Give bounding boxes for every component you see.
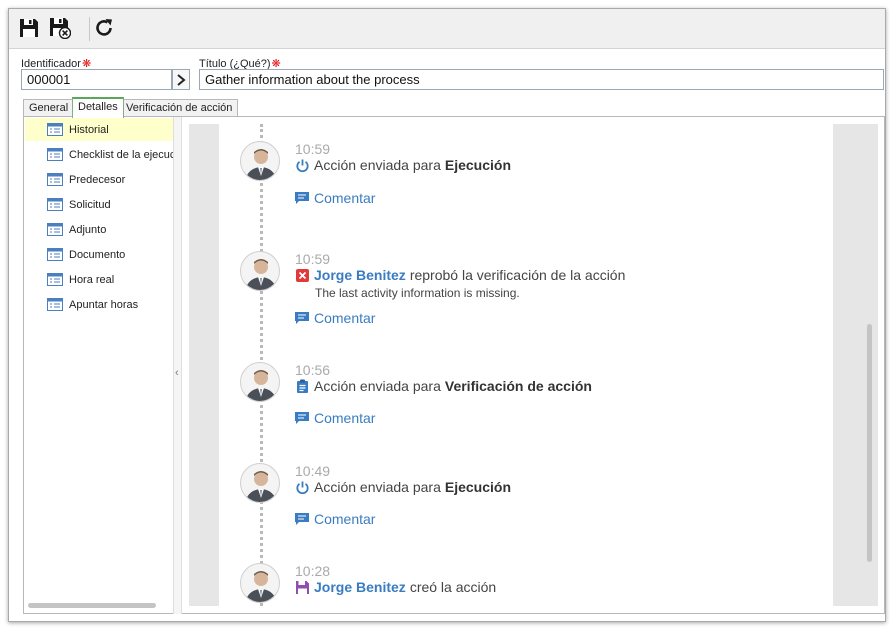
clipboard-icon (297, 379, 308, 393)
comment-icon (295, 191, 309, 204)
entry-time: 10:49 (295, 463, 331, 479)
sidebar-item-adjunto[interactable]: Adjunto (25, 218, 173, 241)
history-list: 10:59 Acción enviada para Ejecución Come… (219, 124, 833, 606)
tab-detalles[interactable]: Detalles (72, 97, 124, 118)
list-icon (47, 173, 63, 186)
sidebar-scrollbar[interactable] (28, 603, 156, 608)
entry-user-link[interactable]: Jorge Benitez (314, 267, 406, 283)
entry-target: Ejecución (444, 479, 512, 495)
comment-label: Comentar (314, 410, 376, 426)
user-photo-icon (245, 471, 277, 502)
save-button[interactable] (14, 13, 44, 43)
sidebar-item-label: Predecesor (69, 173, 126, 186)
list-icon (47, 198, 63, 211)
history-feed: 10:59 Acción enviada para Ejecución Come… (189, 124, 878, 606)
avatar (240, 463, 280, 503)
power-icon (296, 481, 309, 494)
sidebar-item-label: Checklist de la ejecuc (69, 148, 173, 161)
tab-general[interactable]: General (23, 99, 75, 117)
user-photo-icon (245, 571, 277, 602)
list-icon (47, 298, 63, 311)
comment-icon (295, 512, 309, 525)
entry-text: Acción enviada para (314, 479, 441, 495)
avatar (240, 251, 280, 291)
entry-target: Ejecución (444, 157, 512, 173)
comment-label: Comentar (314, 310, 376, 326)
avatar (240, 563, 280, 603)
sidebar-item-label: Apuntar horas (69, 298, 139, 311)
collapse-left-icon[interactable]: ‹ (175, 367, 179, 379)
sidebar-item-historial[interactable]: Historial (25, 118, 173, 141)
refresh-icon (96, 19, 112, 36)
id-go-button[interactable] (172, 69, 190, 90)
refresh-button[interactable] (89, 13, 119, 43)
chevron-right-icon (177, 73, 186, 86)
sidebar-item-hora-real[interactable]: Hora real (25, 268, 173, 291)
details-sidebar: Historial Checklist de la ejecuc Predece… (23, 117, 173, 614)
entry-time: 10:28 (295, 563, 331, 579)
entry-text: creó la acción (409, 579, 497, 595)
power-icon (296, 159, 309, 172)
list-icon (47, 123, 63, 136)
entry-message: Acción enviada para Ejecución (295, 479, 511, 495)
comment-link[interactable]: Comentar (295, 190, 375, 206)
sidebar-item-label: Historial (69, 123, 109, 136)
floppy-disk-icon (296, 580, 309, 594)
action-window: Identificador❋ Título (¿Qué?)❋ General D… (8, 8, 886, 622)
comment-icon (295, 311, 309, 324)
list-icon (47, 223, 63, 236)
user-photo-icon (245, 259, 277, 290)
toolbar (9, 9, 885, 49)
id-field[interactable] (21, 69, 172, 90)
title-field[interactable] (199, 69, 884, 90)
sidebar-item-label: Adjunto (69, 223, 107, 236)
sidebar-item-documento[interactable]: Documento (25, 243, 173, 266)
entry-time: 10:59 (295, 141, 331, 157)
entry-text: Acción enviada para (314, 378, 441, 394)
sidebar-item-apuntar-horas[interactable]: Apuntar horas (25, 293, 173, 316)
comment-icon (295, 411, 309, 424)
entry-time: 10:56 (295, 362, 331, 378)
list-icon (47, 248, 63, 261)
entry-message: Acción enviada para Ejecución (295, 157, 511, 173)
entry-message: Jorge Benitez creó la acción (295, 579, 496, 595)
sidebar-item-checklist[interactable]: Checklist de la ejecuc (25, 143, 173, 166)
entry-target: Verificación de acción (444, 378, 592, 394)
sidebar-item-label: Hora real (69, 273, 115, 286)
entry-time: 10:59 (295, 251, 331, 267)
entry-user-link[interactable]: Jorge Benitez (314, 579, 406, 595)
floppy-disk-icon (20, 19, 38, 37)
sidebar-item-solicitud[interactable]: Solicitud (25, 193, 173, 216)
comment-link[interactable]: Comentar (295, 310, 375, 326)
sidebar-item-label: Documento (69, 248, 126, 261)
avatar (240, 362, 280, 402)
sidebar-item-label: Solicitud (69, 198, 111, 211)
save-close-button[interactable] (45, 13, 75, 43)
list-icon (47, 273, 63, 286)
avatar (240, 141, 280, 181)
sidebar-item-predecesor[interactable]: Predecesor (25, 168, 173, 191)
tab-verificacion[interactable]: Verificación de acción (120, 99, 239, 117)
entry-note: The last activity information is missing… (315, 286, 520, 300)
user-photo-icon (245, 370, 277, 401)
floppy-disk-close-icon (50, 18, 71, 39)
comment-label: Comentar (314, 511, 376, 527)
entry-text: reprobó la verificación de la acción (409, 267, 626, 283)
feed-scrollbar[interactable] (867, 324, 872, 562)
entry-message: Jorge Benitez reprobó la verificación de… (295, 267, 625, 283)
reject-x-icon (296, 268, 309, 282)
list-icon (47, 148, 63, 161)
entry-message: Acción enviada para Verificación de acci… (295, 378, 592, 394)
comment-label: Comentar (314, 190, 376, 206)
comment-link[interactable]: Comentar (295, 410, 375, 426)
panel-splitter[interactable]: ‹ (173, 117, 182, 614)
entry-text: Acción enviada para (314, 157, 441, 173)
user-photo-icon (245, 149, 277, 180)
comment-link[interactable]: Comentar (295, 511, 375, 527)
